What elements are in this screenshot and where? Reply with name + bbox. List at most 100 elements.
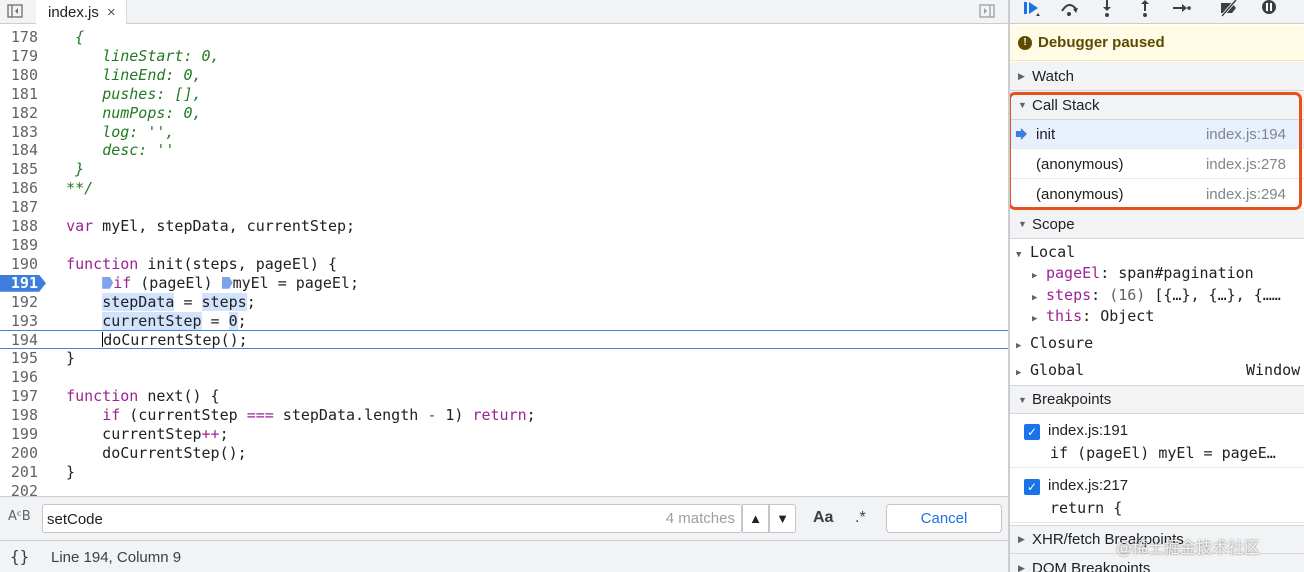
- step-over-icon[interactable]: [1056, 0, 1082, 18]
- cancel-button[interactable]: Cancel: [886, 504, 1002, 533]
- scope-closure[interactable]: ▶ Closure: [1016, 334, 1304, 355]
- line-number[interactable]: 184: [0, 141, 38, 160]
- code-line[interactable]: 188 var myEl, stepData, currentStep;: [0, 217, 1008, 236]
- code-line[interactable]: 184 desc: '': [0, 141, 1008, 160]
- breakpoint-item[interactable]: ✓ index.js:191 if (pageEl) myEl = pageE…: [1010, 414, 1304, 468]
- close-icon[interactable]: ×: [107, 5, 116, 20]
- toggle-navigator-icon[interactable]: [4, 2, 26, 20]
- code-line[interactable]: 186 **/: [0, 179, 1008, 198]
- line-number[interactable]: 196: [0, 368, 38, 387]
- tab-index-js[interactable]: index.js ×: [36, 0, 127, 24]
- resume-icon[interactable]: [1018, 0, 1044, 18]
- code-line[interactable]: 189: [0, 236, 1008, 255]
- breakpoint-checkbox[interactable]: ✓: [1024, 479, 1040, 495]
- code-line[interactable]: 202: [0, 482, 1008, 496]
- code-line[interactable]: 201 }: [0, 463, 1008, 482]
- line-number[interactable]: 202: [0, 482, 38, 496]
- code-line[interactable]: 187: [0, 198, 1008, 217]
- regex-button[interactable]: .*: [855, 509, 866, 527]
- scope-var-this[interactable]: ▶ this: Object: [1032, 307, 1304, 328]
- line-number[interactable]: 182: [0, 104, 38, 123]
- code-line-current[interactable]: 194 doCurrentStep();: [0, 330, 1008, 350]
- section-scope[interactable]: ▼ Scope: [1010, 210, 1304, 239]
- code-line[interactable]: 193 currentStep = 0;: [0, 311, 1008, 331]
- var-name: pageEl: [1046, 264, 1101, 282]
- code-line[interactable]: 195 }: [0, 349, 1008, 368]
- code-line[interactable]: 197 function next() {: [0, 387, 1008, 406]
- code-line[interactable]: 182 numPops: 0,: [0, 104, 1008, 123]
- search-box[interactable]: 4 matches: [42, 504, 742, 533]
- scope-global[interactable]: ▶ Global Window: [1016, 361, 1304, 382]
- call-frame-anonymous[interactable]: (anonymous) index.js:278: [1010, 150, 1304, 179]
- toggle-debugger-icon[interactable]: [976, 2, 998, 20]
- code-area[interactable]: 178 {179 lineStart: 0, 180 lineEnd: 0, 181…: [0, 24, 1008, 496]
- code-line[interactable]: 190 function init(steps, pageEl) {: [0, 255, 1008, 274]
- line-source: function init(steps, pageEl) {: [66, 254, 337, 273]
- pause-on-exceptions-icon[interactable]: [1256, 0, 1282, 18]
- search-input[interactable]: [47, 508, 607, 530]
- breakpoint-item[interactable]: ✓ index.js:217 return {: [1010, 469, 1304, 523]
- chevron-up-icon: ▲: [749, 511, 762, 526]
- code-line[interactable]: 181 pushes: [],: [0, 85, 1008, 104]
- watermark: @稀土掘金技术社区: [1116, 538, 1261, 557]
- line-number[interactable]: 185: [0, 160, 38, 179]
- line-number[interactable]: 200: [0, 444, 38, 463]
- line-number[interactable]: 187: [0, 198, 38, 217]
- section-watch[interactable]: ▶ Watch: [1010, 62, 1304, 91]
- step-out-icon[interactable]: [1132, 0, 1158, 18]
- line-number[interactable]: 195: [0, 349, 38, 368]
- code-line[interactable]: 192 stepData = steps;: [0, 292, 1008, 312]
- call-frame-anonymous[interactable]: (anonymous) index.js:294: [1010, 180, 1304, 209]
- line-number[interactable]: 180: [0, 66, 38, 85]
- frame-location[interactable]: index.js:194: [1206, 126, 1286, 143]
- section-breakpoints[interactable]: ▼ Breakpoints: [1010, 385, 1304, 414]
- frame-location[interactable]: index.js:294: [1206, 186, 1286, 203]
- code-line-breakpoint[interactable]: 191 if (pageEl) myEl = pageEl;: [0, 274, 1008, 293]
- line-number[interactable]: 191: [0, 274, 38, 293]
- section-call-stack[interactable]: ▼ Call Stack: [1010, 91, 1304, 120]
- line-number[interactable]: 199: [0, 425, 38, 444]
- scope-var-pageEl[interactable]: ▶ pageEl: span#pagination: [1032, 264, 1304, 285]
- code-line[interactable]: 180 lineEnd: 0,: [0, 66, 1008, 85]
- line-number[interactable]: 179: [0, 47, 38, 66]
- deactivate-breakpoints-icon[interactable]: [1216, 0, 1242, 18]
- code-line[interactable]: 179 lineStart: 0,: [0, 47, 1008, 66]
- match-case-button[interactable]: Aa: [813, 509, 833, 527]
- line-number[interactable]: 178: [0, 28, 38, 47]
- line-source: {: [75, 28, 85, 46]
- step-into-icon[interactable]: [1094, 0, 1120, 18]
- pretty-print-icon[interactable]: {}: [10, 547, 29, 566]
- line-number[interactable]: 197: [0, 387, 38, 406]
- call-frame-init[interactable]: init index.js:194: [1010, 120, 1304, 149]
- scope-var-steps[interactable]: ▶ steps: (16) [{…}, {…}, {……: [1032, 286, 1304, 307]
- code-line[interactable]: 183 log: '',: [0, 123, 1008, 142]
- search-prev-button[interactable]: ▲: [742, 504, 769, 533]
- line-number[interactable]: 186: [0, 179, 38, 198]
- paused-message: Debugger paused: [1038, 34, 1165, 51]
- replace-toggle-icon[interactable]: AᶜB: [8, 509, 31, 524]
- line-number[interactable]: 190: [0, 255, 38, 274]
- var-value: span#pagination: [1118, 264, 1254, 282]
- search-next-button[interactable]: ▼: [769, 504, 796, 533]
- breakpoint-checkbox[interactable]: ✓: [1024, 424, 1040, 440]
- code-line[interactable]: 199 currentStep++;: [0, 425, 1008, 444]
- code-line[interactable]: 185 }: [0, 160, 1008, 179]
- code-line[interactable]: 198 if (currentStep === stepData.length …: [0, 406, 1008, 425]
- line-number[interactable]: 193: [0, 312, 38, 331]
- line-number[interactable]: 194: [0, 331, 38, 350]
- code-line[interactable]: 178 {: [0, 28, 1008, 47]
- collapse-triangle-icon: ▼: [1018, 100, 1027, 110]
- scope-closure-label: Closure: [1030, 334, 1094, 352]
- scope-local[interactable]: ▼ Local: [1016, 243, 1304, 264]
- line-number[interactable]: 188: [0, 217, 38, 236]
- line-number[interactable]: 192: [0, 293, 38, 312]
- frame-location[interactable]: index.js:278: [1206, 156, 1286, 173]
- code-line[interactable]: 200 doCurrentStep();: [0, 444, 1008, 463]
- line-number[interactable]: 201: [0, 463, 38, 482]
- line-number[interactable]: 198: [0, 406, 38, 425]
- line-number[interactable]: 181: [0, 85, 38, 104]
- line-number[interactable]: 183: [0, 123, 38, 142]
- code-line[interactable]: 196: [0, 368, 1008, 387]
- line-number[interactable]: 189: [0, 236, 38, 255]
- step-icon[interactable]: [1168, 0, 1194, 18]
